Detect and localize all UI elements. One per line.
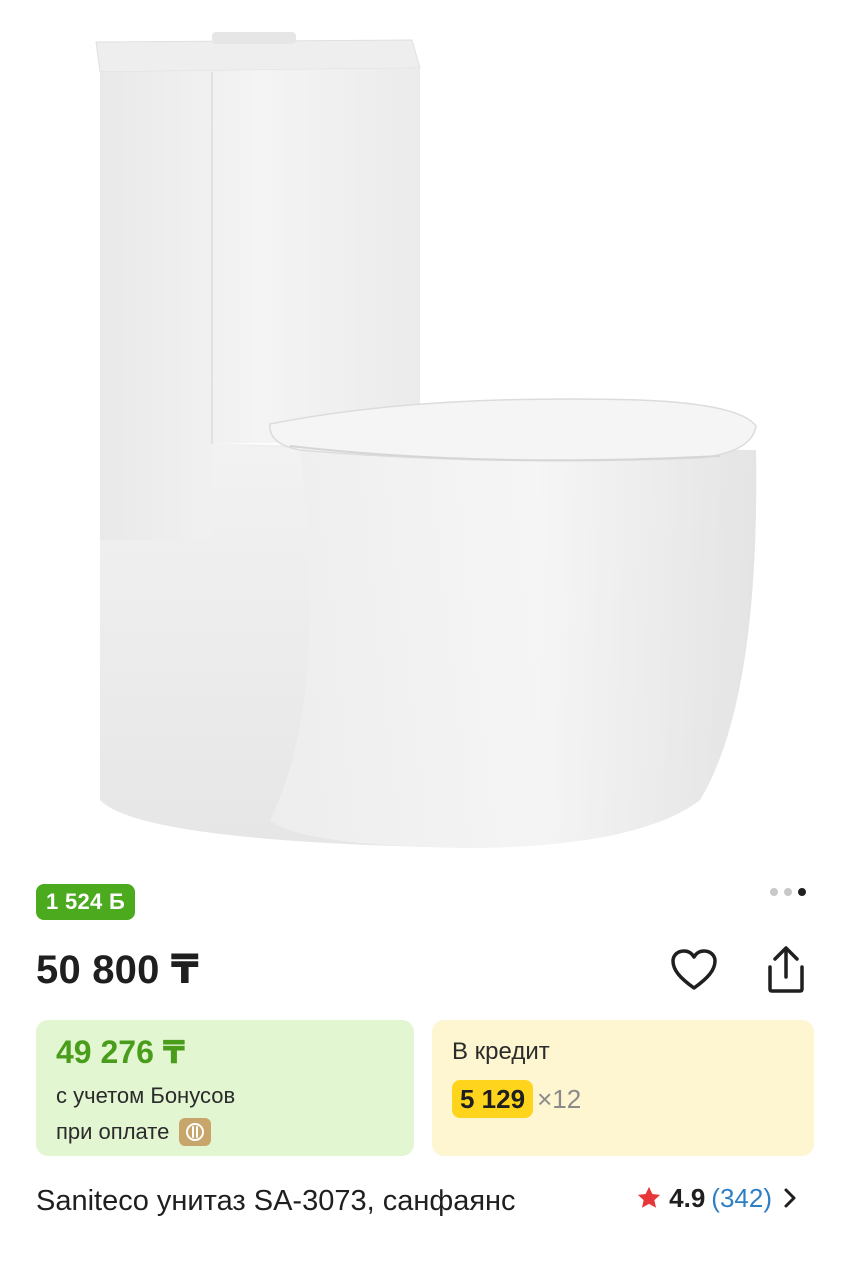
payment-chip-icon <box>179 1118 212 1146</box>
share-icon <box>768 946 804 993</box>
share-button[interactable] <box>760 944 812 996</box>
chevron-right-icon <box>784 1188 796 1208</box>
pager-dot[interactable] <box>784 888 792 896</box>
pager-dot[interactable] <box>770 888 778 896</box>
credit-offer-card[interactable]: В кредит 5 129 ×12 <box>432 1020 814 1156</box>
heart-outline-icon <box>671 949 717 990</box>
rating-value: 4.9 <box>669 1182 706 1213</box>
image-pager[interactable] <box>770 888 806 896</box>
credit-monthly-amount: 5 129 <box>452 1080 534 1118</box>
credit-title: В кредит <box>452 1038 550 1065</box>
credit-payment-row: 5 129 ×12 <box>452 1080 794 1118</box>
payment-note-text: при оплате <box>56 1119 170 1144</box>
product-price: 50 800 ₸ <box>36 948 199 992</box>
rating-link[interactable]: 4.9 (342) <box>635 1178 802 1218</box>
credit-months: ×12 <box>537 1084 582 1114</box>
bonus-points-badge: 1 524 Б <box>36 884 136 920</box>
pager-dot-active[interactable] <box>798 888 806 896</box>
product-title: Sanitecо унитаз SA-3073, санфаянс <box>36 1185 516 1217</box>
star-icon <box>638 1186 661 1208</box>
product-photo-illustration <box>95 32 757 848</box>
product-image[interactable] <box>0 0 850 870</box>
reviews-count[interactable]: (342) <box>711 1183 772 1214</box>
bonus-note-line1: с учетом Бонусов <box>56 1078 394 1114</box>
favorite-button[interactable] <box>668 944 720 996</box>
bonus-price: 49 276 ₸ <box>56 1034 186 1070</box>
bonus-note-text: с учетом Бонусов <box>56 1083 236 1108</box>
bonus-price-card[interactable]: 49 276 ₸ с учетом Бонусов при оплате <box>36 1020 414 1156</box>
bonus-note-line2: при оплате <box>56 1114 394 1150</box>
